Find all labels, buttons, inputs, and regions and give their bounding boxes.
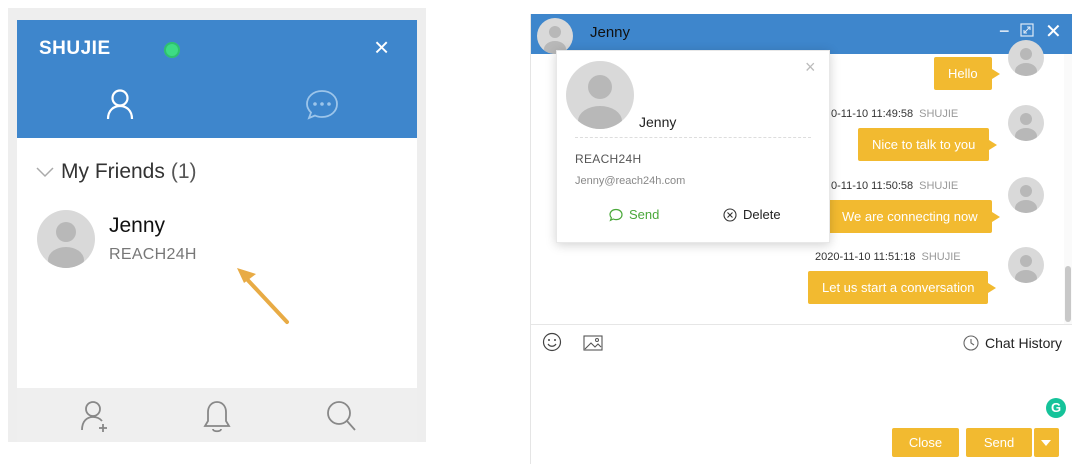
chat-tab-icon[interactable] [304,88,340,122]
message-input[interactable] [539,359,1063,427]
contacts-tab-icon[interactable] [105,88,135,120]
message-timestamp: 0-11-10 11:49:58 [831,108,914,120]
bell-icon[interactable] [202,398,232,434]
send-options-dropdown[interactable] [1034,428,1059,457]
friend-name: Jenny [109,214,166,237]
close-button[interactable]: Close [892,428,959,457]
message-sender: SHUJIE [919,108,959,120]
delete-friend-label: Delete [743,207,781,222]
avatar[interactable] [537,18,573,54]
avatar [37,210,95,268]
friends-group-label: My Friends [61,160,165,183]
message-bubble: Hello [934,57,1000,90]
emoji-icon[interactable] [542,332,562,352]
divider [531,324,1072,325]
chat-history-label: Chat History [985,335,1063,351]
chevron-down-icon [36,167,54,178]
delete-circle-icon [723,207,737,222]
default-avatar-icon [544,26,566,54]
add-friend-icon[interactable] [80,399,110,433]
default-avatar-icon [1015,113,1037,141]
message-meta: 2020-11-10 11:51:18 SHUJIE [815,251,961,263]
friend-org: REACH24H [109,246,197,263]
close-icon[interactable]: ✕ [1045,19,1062,44]
grammarly-icon[interactable]: G [1046,398,1066,418]
message-meta: 0-11-10 11:49:58 SHUJIE [831,108,958,120]
message-bubble: Nice to talk to you [858,128,998,161]
message-sender: SHUJIE [919,180,959,192]
friends-count: (1) [170,160,197,183]
profile-card: × Jenny REACH24H Jenny@reach24h.com Send… [556,50,830,243]
maximize-icon[interactable] [1020,23,1034,37]
scrollbar-thumb[interactable] [1065,266,1071,322]
close-icon[interactable]: × [805,57,816,78]
online-status-icon [164,42,180,58]
message-sender: SHUJIE [921,251,961,263]
send-button[interactable]: Send [966,428,1032,457]
pointer-arrow-icon [237,268,289,324]
send-message-button[interactable]: Send [609,207,659,222]
friends-group-header[interactable]: My Friends (1) [35,160,197,184]
message-meta: 0-11-10 11:50:58 SHUJIE [831,180,958,192]
close-icon[interactable]: × [374,34,389,60]
message-bubble: We are connecting now [828,200,1000,233]
default-avatar-icon [48,222,84,268]
avatar [1008,247,1044,283]
message-timestamp: 0-11-10 11:50:58 [831,180,914,192]
clock-icon [963,335,979,351]
default-avatar-icon [1015,48,1037,76]
default-avatar-icon [1015,255,1037,283]
image-icon[interactable] [583,335,603,351]
chat-history-button[interactable]: Chat History [963,335,1062,351]
delete-friend-button[interactable]: Delete [723,207,781,222]
avatar [1008,177,1044,213]
avatar [1008,40,1044,76]
divider [575,137,811,138]
profile-org: REACH24H [575,152,642,166]
avatar [566,61,634,129]
message-timestamp: 2020-11-10 11:51:18 [815,251,916,263]
profile-email: Jenny@reach24h.com [575,175,686,187]
profile-name: Jenny [639,114,677,130]
contacts-panel: SHUJIE × My Friends (1) Jenny REACH24H [17,20,417,442]
chat-contact-name: Jenny [590,24,631,41]
send-message-label: Send [629,207,660,222]
user-name: SHUJIE [39,38,111,59]
avatar [1008,105,1044,141]
default-avatar-icon [578,75,622,129]
message-bubble: Let us start a conversation [808,271,997,304]
minimize-icon[interactable]: − [999,21,1010,42]
default-avatar-icon [1015,185,1037,213]
chat-bubble-icon [609,208,623,221]
search-icon[interactable] [325,398,357,434]
